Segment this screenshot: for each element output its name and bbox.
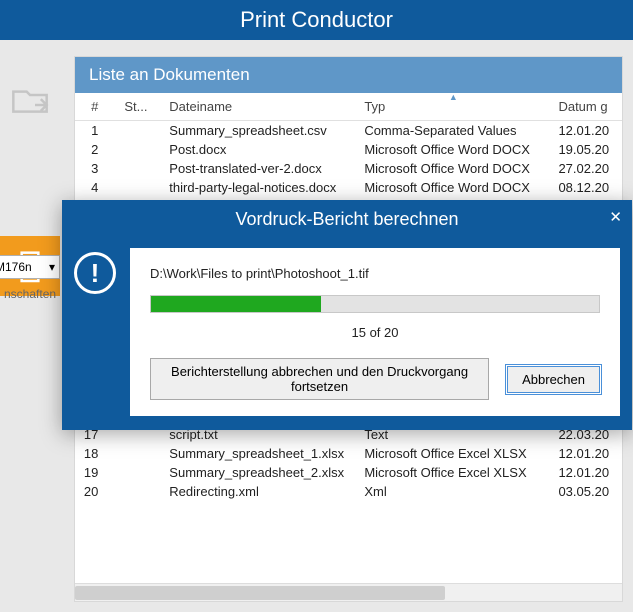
cell-filename: Summary_spreadsheet_1.xlsx bbox=[161, 444, 356, 463]
printer-select-value: M176n bbox=[0, 260, 32, 274]
sidebar-label: nschaften bbox=[0, 285, 60, 303]
cell-date: 12.01.20 bbox=[550, 463, 622, 482]
cell-num: 18 bbox=[75, 444, 116, 463]
progress-bar bbox=[150, 295, 600, 313]
app-title: Print Conductor bbox=[240, 7, 393, 33]
cell-status bbox=[116, 121, 161, 141]
table-row[interactable]: 2 Post.docxMicrosoft Office Word DOCX19.0… bbox=[75, 140, 622, 159]
dialog-title: Vordruck-Bericht berechnen bbox=[235, 209, 458, 230]
app-titlebar: Print Conductor bbox=[0, 0, 633, 40]
cell-status bbox=[116, 159, 161, 178]
current-file-path: D:\Work\Files to print\Photoshoot_1.tif bbox=[150, 266, 600, 281]
sort-indicator-icon: ▲ bbox=[449, 93, 458, 102]
cell-type: Microsoft Office Word DOCX bbox=[356, 159, 550, 178]
sidebar: M176n ▾ nschaften bbox=[0, 40, 60, 612]
cell-type: Microsoft Office Word DOCX bbox=[356, 140, 550, 159]
info-icon: ! bbox=[74, 252, 116, 294]
continue-print-button[interactable]: Berichterstellung abbrechen und den Druc… bbox=[150, 358, 489, 400]
cell-filename: third-party-legal-notices.docx bbox=[161, 178, 356, 197]
progress-dialog: Vordruck-Bericht berechnen ✕ ! D:\Work\F… bbox=[62, 200, 632, 430]
cell-type: Microsoft Office Excel XLSX bbox=[356, 444, 550, 463]
cell-num: 4 bbox=[75, 178, 116, 197]
cell-status bbox=[116, 482, 161, 501]
cell-num: 2 bbox=[75, 140, 116, 159]
progress-text: 15 of 20 bbox=[150, 325, 600, 340]
cell-date: 12.01.20 bbox=[550, 121, 622, 141]
scrollbar-thumb[interactable] bbox=[75, 586, 445, 600]
cell-type: Microsoft Office Excel XLSX bbox=[356, 463, 550, 482]
printer-select[interactable]: M176n ▾ bbox=[0, 255, 60, 279]
cancel-button[interactable]: Abbrechen bbox=[507, 366, 600, 393]
table-row[interactable]: 18 Summary_spreadsheet_1.xlsxMicrosoft Of… bbox=[75, 444, 622, 463]
col-filename[interactable]: Dateiname bbox=[161, 93, 356, 121]
cell-status bbox=[116, 140, 161, 159]
panel-title: Liste an Dokumenten bbox=[75, 57, 622, 93]
col-status[interactable]: St... bbox=[116, 93, 161, 121]
cell-filename: Summary_spreadsheet.csv bbox=[161, 121, 356, 141]
close-icon[interactable]: ✕ bbox=[609, 208, 622, 226]
cell-status bbox=[116, 178, 161, 197]
cell-type: Comma-Separated Values bbox=[356, 121, 550, 141]
cell-filename: Redirecting.xml bbox=[161, 482, 356, 501]
add-files-button[interactable] bbox=[0, 70, 60, 130]
cell-filename: Post-translated-ver-2.docx bbox=[161, 159, 356, 178]
col-number[interactable]: # bbox=[75, 93, 116, 121]
table-row[interactable]: 4 third-party-legal-notices.docxMicrosoft… bbox=[75, 178, 622, 197]
cell-filename: Summary_spreadsheet_2.xlsx bbox=[161, 463, 356, 482]
cell-type: Xml bbox=[356, 482, 550, 501]
cell-num: 19 bbox=[75, 463, 116, 482]
col-type[interactable]: ▲Typ bbox=[356, 93, 550, 121]
table-row[interactable]: 20 Redirecting.xmlXml03.05.20 bbox=[75, 482, 622, 501]
cell-date: 27.02.20 bbox=[550, 159, 622, 178]
cell-num: 1 bbox=[75, 121, 116, 141]
col-date[interactable]: Datum g bbox=[550, 93, 622, 121]
cell-filename: Post.docx bbox=[161, 140, 356, 159]
cell-date: 12.01.20 bbox=[550, 444, 622, 463]
cell-date: 03.05.20 bbox=[550, 482, 622, 501]
cell-num: 20 bbox=[75, 482, 116, 501]
cell-type: Microsoft Office Word DOCX bbox=[356, 178, 550, 197]
cell-date: 19.05.20 bbox=[550, 140, 622, 159]
progress-fill bbox=[151, 296, 321, 312]
chevron-down-icon: ▾ bbox=[49, 260, 55, 274]
dialog-titlebar: Vordruck-Bericht berechnen ✕ bbox=[62, 200, 632, 238]
table-row[interactable]: 1 Summary_spreadsheet.csvComma-Separated … bbox=[75, 121, 622, 141]
table-row[interactable]: 19 Summary_spreadsheet_2.xlsxMicrosoft Of… bbox=[75, 463, 622, 482]
cell-status bbox=[116, 463, 161, 482]
cell-date: 08.12.20 bbox=[550, 178, 622, 197]
cell-status bbox=[116, 444, 161, 463]
table-row[interactable]: 3 Post-translated-ver-2.docxMicrosoft Off… bbox=[75, 159, 622, 178]
horizontal-scrollbar[interactable] bbox=[75, 583, 622, 601]
cell-num: 3 bbox=[75, 159, 116, 178]
